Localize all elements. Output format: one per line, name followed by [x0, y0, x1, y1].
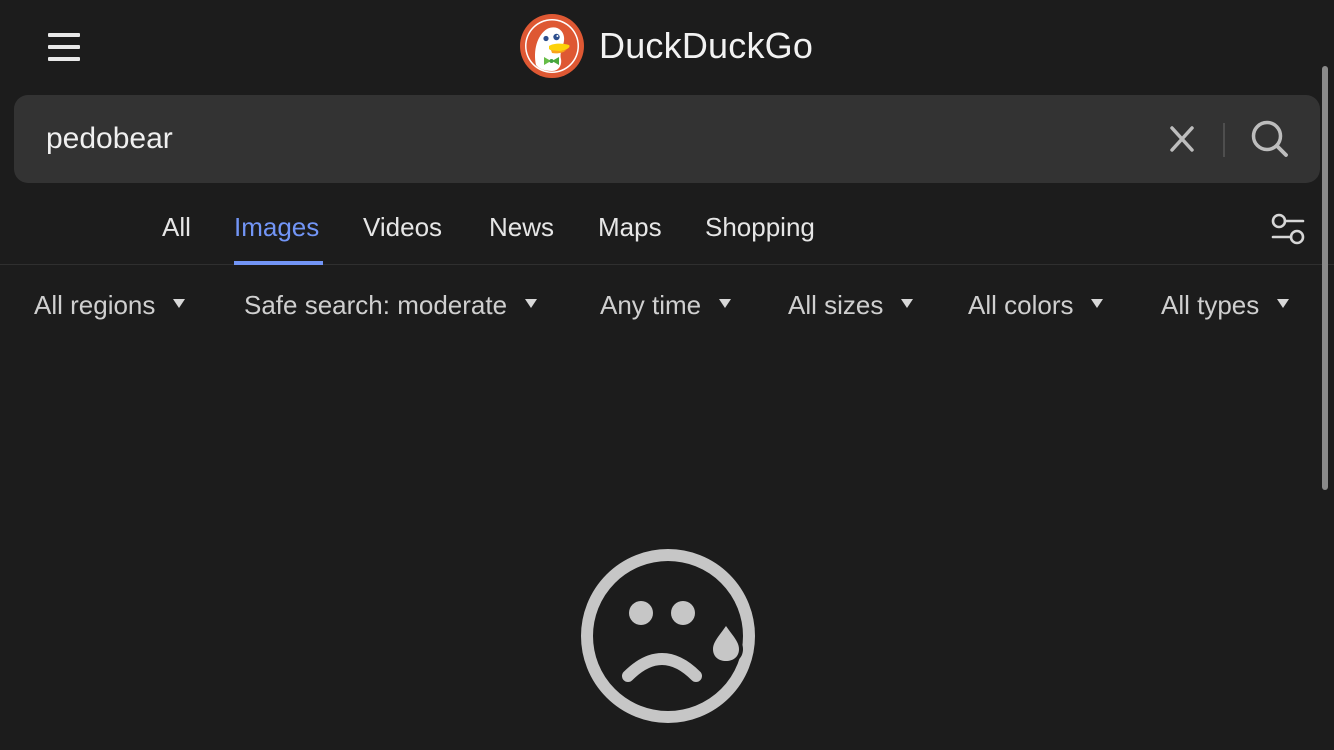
search-input[interactable]	[46, 95, 1126, 183]
caret-down-icon	[1091, 299, 1104, 308]
tab-shopping[interactable]: Shopping	[705, 212, 815, 243]
filter-time[interactable]: Any time	[600, 290, 732, 321]
filter-types[interactable]: All types	[1161, 290, 1290, 321]
filter-label: All regions	[34, 290, 156, 320]
filter-label: All colors	[968, 290, 1074, 320]
search-bar	[14, 95, 1320, 183]
sad-face-icon	[578, 546, 758, 726]
hamburger-icon[interactable]	[48, 33, 80, 61]
filter-bar: All regions Safe search: moderate Any ti…	[0, 280, 1334, 336]
close-icon[interactable]	[1164, 123, 1200, 155]
filter-regions[interactable]: All regions	[34, 290, 186, 321]
settings-sliders-icon[interactable]	[1270, 212, 1306, 246]
filter-sizes[interactable]: All sizes	[788, 290, 914, 321]
tab-news[interactable]: News	[489, 212, 554, 243]
tab-videos[interactable]: Videos	[363, 212, 442, 243]
search-divider	[1223, 123, 1225, 157]
filter-label: All types	[1161, 290, 1260, 320]
filter-safe-search[interactable]: Safe search: moderate	[244, 290, 538, 321]
active-tab-underline	[234, 261, 323, 265]
scrollbar[interactable]	[1322, 66, 1328, 490]
duckduckgo-logo	[520, 14, 584, 78]
filter-label: Any time	[600, 290, 702, 320]
search-icon[interactable]	[1248, 119, 1292, 159]
caret-down-icon	[719, 299, 732, 308]
filter-colors[interactable]: All colors	[968, 290, 1104, 321]
tab-all[interactable]: All	[162, 212, 191, 243]
brand-name: DuckDuckGo	[599, 25, 814, 66]
tab-maps[interactable]: Maps	[598, 212, 662, 243]
tab-images[interactable]: Images	[234, 212, 319, 243]
caret-down-icon	[173, 299, 186, 308]
brand[interactable]: DuckDuckGo	[519, 12, 813, 80]
caret-down-icon	[1277, 299, 1290, 308]
page: DuckDuckGo All Images Videos News Maps S…	[0, 0, 1334, 750]
filter-label: Safe search: moderate	[244, 290, 508, 320]
caret-down-icon	[525, 299, 538, 308]
filter-label: All sizes	[788, 290, 884, 320]
search-tabs: All Images Videos News Maps Shopping	[0, 190, 1334, 265]
header: DuckDuckGo	[0, 0, 1334, 92]
caret-down-icon	[901, 299, 914, 308]
